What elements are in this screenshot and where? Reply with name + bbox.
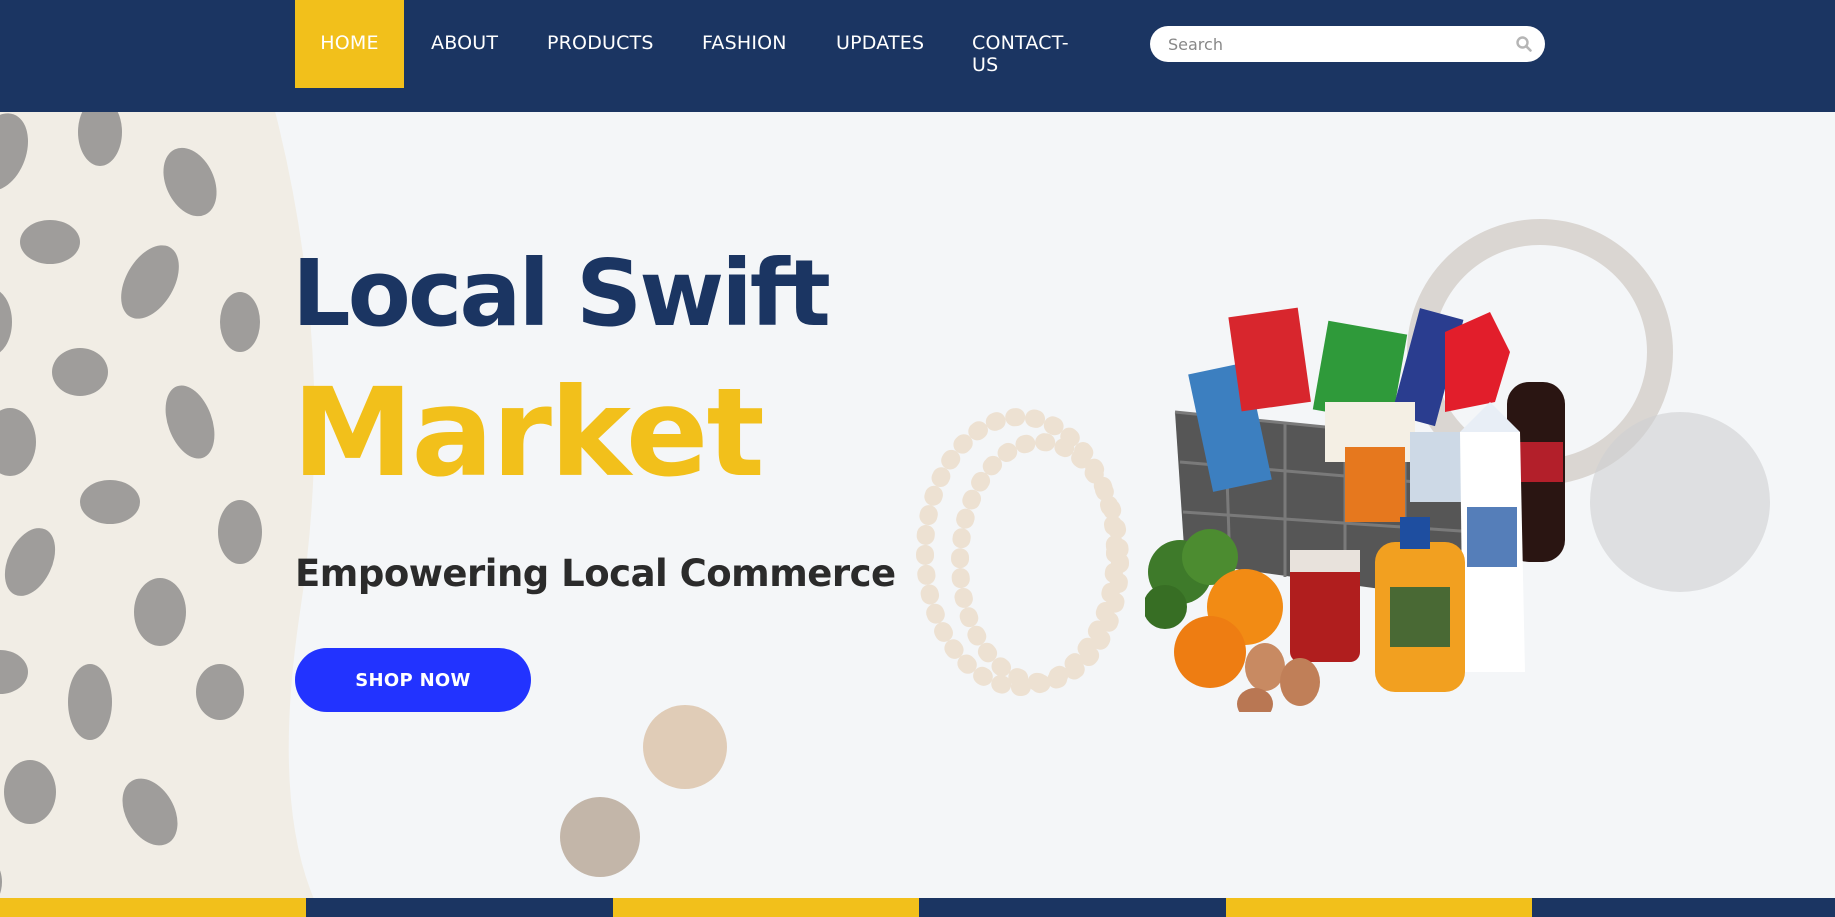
search-input[interactable] [1168, 26, 1498, 62]
hero-section: Local Swift Market Empowering Local Comm… [0, 112, 1835, 898]
nav-contact-us[interactable]: CONTACT- US [972, 0, 1092, 88]
hero-title-market: Market [292, 362, 765, 504]
hero-title-local-swift: Local Swift [292, 240, 831, 347]
earrings-background [560, 705, 727, 877]
stripe-3 [613, 898, 919, 917]
nav-products[interactable]: PRODUCTS [547, 0, 654, 88]
top-navbar: HOME ABOUT PRODUCTS FASHION UPDATES CONT… [0, 0, 1835, 112]
nav-contact-line1: CONTACT- [972, 32, 1069, 54]
search-box [1150, 26, 1545, 62]
nav-updates[interactable]: UPDATES [836, 0, 924, 88]
search-icon[interactable] [1515, 35, 1533, 53]
stripe-5 [1226, 898, 1532, 917]
nav-fashion[interactable]: FASHION [702, 0, 787, 88]
bead-bracelet-background [916, 408, 1129, 696]
nav-contact-line2: US [972, 54, 999, 76]
stripe-2 [306, 898, 613, 917]
stripe-1 [0, 898, 306, 917]
hero-subtitle: Empowering Local Commerce [295, 552, 896, 595]
nav-home[interactable]: HOME [295, 0, 404, 88]
stripe-6 [1532, 898, 1835, 917]
footer-color-stripes [0, 898, 1835, 917]
nav-about[interactable]: ABOUT [431, 0, 498, 88]
grocery-basket-image [1145, 307, 1565, 712]
shop-now-button[interactable]: SHOP NOW [295, 648, 531, 712]
stripe-4 [919, 898, 1226, 917]
leopard-print-background [0, 112, 315, 898]
